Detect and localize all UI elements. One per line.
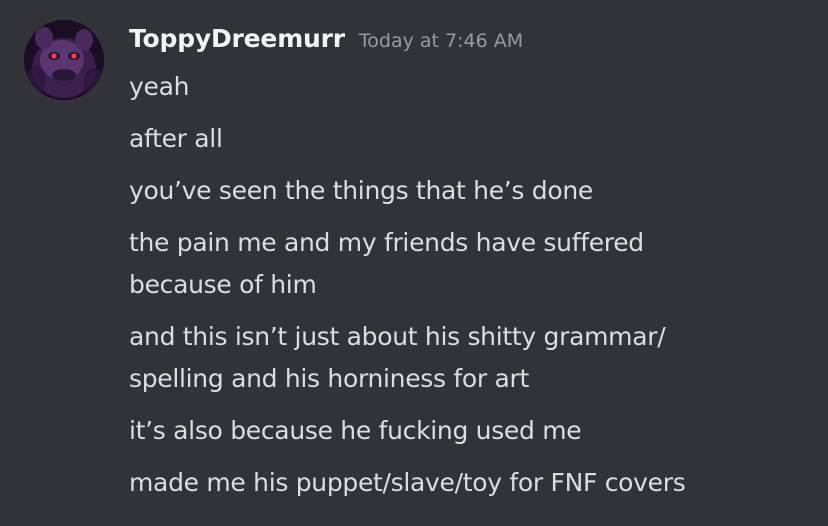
username[interactable]: ToppyDreemurr <box>129 24 345 53</box>
message-content: yeah after all you’ve seen the things th… <box>129 66 819 514</box>
user-avatar[interactable] <box>24 20 104 100</box>
message-line: it’s also because he fucking used me <box>129 416 582 445</box>
message-header: ToppyDreemurr Today at 7:46 AM <box>129 24 523 60</box>
message-line: and this isn’t just about his shitty gra… <box>129 316 819 400</box>
message-line-part: spelling and his horniness for art <box>129 364 530 393</box>
message-line-part: and this isn’t just about his shitty gra… <box>129 322 666 351</box>
message-line: made me his puppet/slave/toy for FNF cov… <box>129 468 686 497</box>
avatar-image <box>24 20 104 100</box>
message-line: the pain me and my friends have suffered… <box>129 222 819 306</box>
message-line: you’ve seen the things that he’s done <box>129 176 593 205</box>
message-line-part: because of him <box>129 270 317 299</box>
message-group: ToppyDreemurr Today at 7:46 AM yeah afte… <box>0 0 828 526</box>
message-line-part: the pain me and my friends have suffered <box>129 228 644 257</box>
message-line: after all <box>129 124 223 153</box>
timestamp[interactable]: Today at 7:46 AM <box>359 30 523 52</box>
message-line: yeah <box>129 72 190 101</box>
